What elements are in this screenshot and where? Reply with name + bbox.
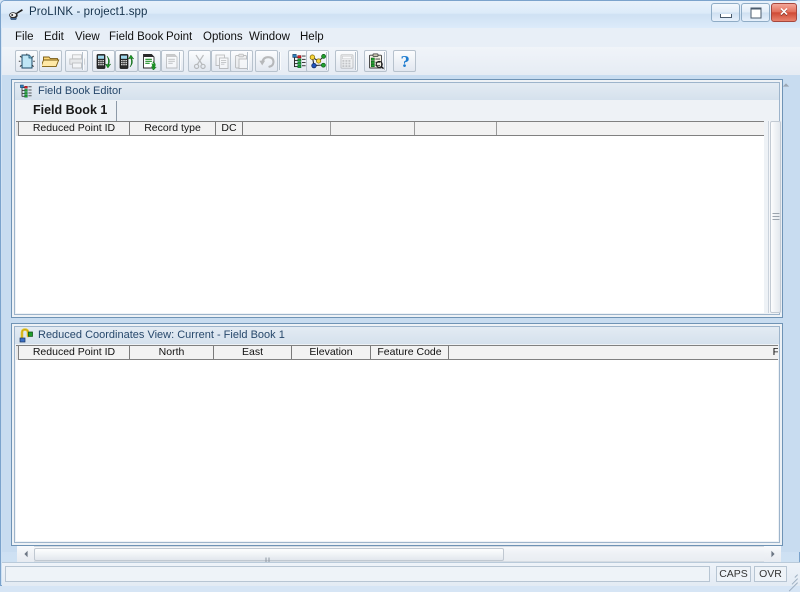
application-window: ProLINK - project1.spp ✕ File Edit View … [0, 0, 800, 592]
client-horizontal-scrollbar[interactable] [17, 546, 781, 582]
maximize-button[interactable] [741, 3, 770, 22]
field-book-tab-strip: Field Book 1 [16, 101, 778, 121]
reduced-coordinates-panel: Reduced Coordinates View: Current - Fiel… [11, 323, 783, 546]
open-folder-icon [42, 56, 60, 68]
close-button[interactable]: ✕ [771, 3, 797, 22]
new-document-icon [18, 53, 35, 69]
menu-file[interactable]: File [10, 30, 39, 45]
field-book-editor-inner: Field Book Editor Field Book 1 Reduced P… [14, 82, 782, 315]
column-blank-4[interactable] [497, 122, 764, 135]
field-book-editor-caption: Field Book Editor [15, 83, 779, 100]
report-clipboard-icon [369, 53, 384, 70]
minimize-icon [719, 13, 732, 18]
menu-edit[interactable]: Edit [39, 30, 69, 45]
data-collector-down-icon [96, 54, 112, 69]
download-from-dc-button[interactable] [92, 50, 115, 72]
paste-button [230, 50, 253, 72]
traverse-points-icon [309, 54, 326, 69]
hscroll-thumb[interactable] [34, 548, 504, 582]
reduced-coordinates-inner: Reduced Coordinates View: Current - Fiel… [14, 326, 780, 543]
menu-options[interactable]: Options [198, 30, 248, 45]
menu-help[interactable]: Help [295, 30, 329, 45]
status-message [5, 566, 710, 582]
open-project-button[interactable] [39, 50, 62, 72]
menu-point[interactable]: Point [161, 30, 197, 45]
resize-grip[interactable] [785, 571, 798, 592]
menu-field-book[interactable]: Field Book [104, 30, 168, 45]
toolbar-separator [247, 52, 249, 70]
column-north[interactable]: North [130, 346, 214, 359]
close-icon: ✕ [779, 6, 789, 18]
reduced-coordinates-grid-header: Reduced Point ID North East Elevation Fe… [16, 345, 778, 361]
field-book-grid-header: Reduced Point ID Record type DC [16, 121, 764, 137]
hscroll-right-arrow[interactable] [764, 546, 781, 562]
column-dc[interactable]: DC [216, 122, 243, 135]
print-button [65, 50, 88, 72]
reduced-coordinates-grid-body[interactable] [16, 360, 778, 541]
status-bar: CAPS OVR [2, 562, 800, 592]
import-fieldbook-button[interactable] [138, 50, 161, 72]
column-elevation[interactable]: Elevation [292, 346, 371, 359]
toolbar-separator [82, 52, 84, 70]
column-reduced-point-id[interactable]: Reduced Point ID [19, 122, 130, 135]
reduced-coordinates-caption: Reduced Coordinates View: Current - Fiel… [15, 327, 779, 344]
scrollbar-grip [772, 213, 779, 220]
toolbar: ? [2, 47, 800, 76]
svg-text:?: ? [401, 53, 410, 70]
question-mark-icon: ? [401, 53, 410, 70]
undo-arrow-icon [259, 56, 275, 68]
scrollbar-thumb[interactable] [770, 121, 781, 313]
field-book-grid-body[interactable] [16, 136, 764, 313]
calculator-icon [340, 54, 354, 69]
chevron-left-icon [23, 550, 28, 558]
column-feature-overflow[interactable]: F [449, 346, 778, 359]
field-book-editor-title: Field Book Editor [38, 85, 122, 97]
undo-button [255, 50, 278, 72]
column-blank-2[interactable] [331, 122, 415, 135]
mdi-client-area: Field Book Editor Field Book 1 Reduced P… [2, 75, 800, 552]
import-file-icon [143, 54, 157, 70]
column-east[interactable]: East [214, 346, 292, 359]
hscroll-track[interactable] [34, 546, 764, 582]
column-reduced-point-id[interactable]: Reduced Point ID [19, 346, 130, 359]
minimize-button[interactable] [711, 3, 740, 22]
status-badge-caps: CAPS [716, 566, 751, 582]
cut-button [188, 50, 211, 72]
reduced-coordinates-grid[interactable]: Reduced Point ID North East Elevation Fe… [16, 345, 778, 541]
reduced-coordinates-icon [19, 328, 34, 343]
help-button[interactable]: ? [393, 50, 416, 72]
tab-field-book-1[interactable]: Field Book 1 [24, 101, 118, 121]
data-collector-up-icon [119, 54, 135, 69]
maximize-icon [750, 7, 761, 18]
scissors-icon [193, 54, 206, 70]
column-blank-1[interactable] [243, 122, 331, 135]
toolbar-separator [179, 52, 181, 70]
menu-bar: File Edit View Field Book Point Options … [2, 28, 800, 48]
menu-window[interactable]: Window [244, 30, 295, 45]
status-badge-ovr: OVR [754, 566, 787, 582]
chevron-up-icon [782, 83, 789, 87]
toolbar-separator [326, 52, 328, 70]
upload-to-dc-button[interactable] [115, 50, 138, 72]
hscroll-left-arrow[interactable] [17, 546, 34, 562]
new-project-button[interactable] [15, 50, 38, 72]
client-scroll-up-arrow[interactable] [779, 79, 792, 91]
menu-view[interactable]: View [70, 30, 105, 45]
field-book-vertical-scrollbar[interactable] [768, 121, 782, 313]
toolbar-separator [384, 52, 386, 70]
toolbar-separator [279, 52, 281, 70]
title-bar: ProLINK - project1.spp ✕ [1, 1, 800, 28]
reduced-coordinates-title: Reduced Coordinates View: Current - Fiel… [38, 329, 285, 341]
toolbar-separator [355, 52, 357, 70]
field-book-editor-panel: Field Book Editor Field Book 1 Reduced P… [11, 79, 783, 318]
prolink-logo-icon [8, 7, 24, 23]
column-blank-3[interactable] [415, 122, 497, 135]
field-book-tree-icon [19, 84, 34, 99]
column-feature-code[interactable]: Feature Code [371, 346, 449, 359]
window-title: ProLINK - project1.spp [29, 6, 148, 18]
hscroll-grip [265, 551, 273, 582]
field-book-grid[interactable]: Reduced Point ID Record type DC [16, 121, 764, 313]
chevron-right-icon [770, 550, 775, 558]
column-record-type[interactable]: Record type [130, 122, 216, 135]
